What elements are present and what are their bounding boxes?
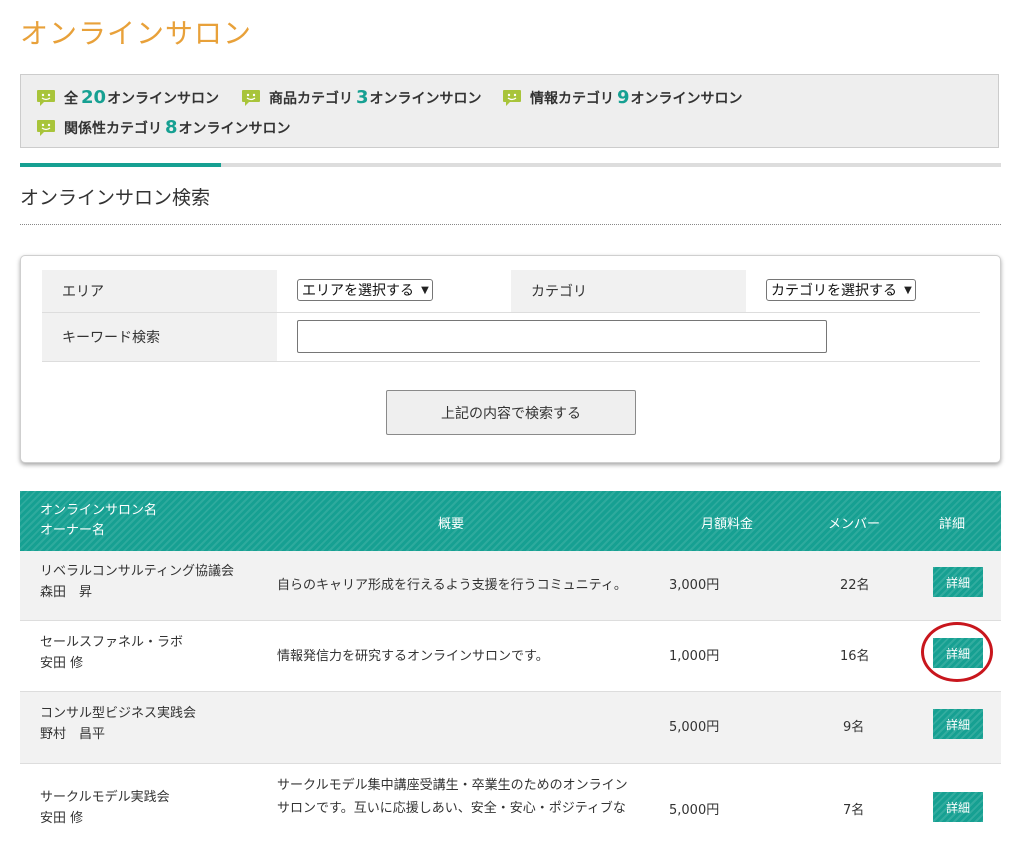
stat-total-suffix: オンラインサロン	[107, 90, 220, 107]
section-tab-bar	[20, 163, 1001, 167]
owner-name: 森田 昇	[40, 585, 93, 600]
table-row: セールスファネル・ラボ 安田 修 情報発信力を研究するオンラインサロンです。 1…	[20, 621, 1001, 692]
stat-product: 商品カテゴリ 3 オンラインサロン	[241, 87, 482, 108]
salon-members: 9名	[843, 720, 865, 735]
chat-bubble-icon	[242, 89, 260, 106]
salon-name-cell: コンサル型ビジネス実践会 野村 昌平	[40, 703, 196, 745]
salon-table: オンラインサロン名 オーナー名 概要 月額料金 メンバー 詳細 リベラルコンサル…	[20, 491, 1001, 854]
salon-members: 7名	[843, 803, 865, 818]
stat-relation-count: 8	[165, 117, 178, 138]
salon-fee: 5,000円	[669, 720, 720, 735]
detail-button[interactable]: 詳細	[933, 792, 983, 822]
salon-members: 22名	[840, 578, 870, 593]
stat-product-count: 3	[356, 87, 369, 108]
page-title: オンラインサロン	[20, 17, 253, 50]
chat-bubble-icon	[37, 89, 55, 106]
salon-name: サークルモデル実践会	[40, 790, 170, 805]
owner-name: 野村 昌平	[40, 727, 106, 742]
header-overview: 概要	[438, 517, 465, 532]
area-label: エリア	[42, 270, 277, 312]
salon-name: リベラルコンサルティング協議会	[40, 564, 234, 579]
salon-overview: 情報発信力を研究するオンラインサロンです。	[277, 649, 549, 664]
stat-total-label: 全	[64, 90, 78, 107]
stat-relation: 関係性カテゴリ 8 オンラインサロン	[36, 117, 291, 138]
stat-total: 全 20 オンラインサロン	[36, 87, 219, 108]
stat-info-suffix: オンラインサロン	[630, 90, 743, 107]
chat-bubble-icon	[37, 119, 55, 136]
detail-button[interactable]: 詳細	[933, 567, 983, 597]
owner-name: 安田 修	[40, 656, 84, 671]
detail-button[interactable]: 詳細	[933, 638, 983, 668]
category-select[interactable]: カテゴリを選択する ▼	[766, 279, 916, 301]
salon-members: 16名	[840, 649, 870, 664]
stats-box: 全 20 オンラインサロン 商品カテゴリ 3 オンラインサロン 情報カテゴリ 9…	[20, 74, 999, 148]
chevron-down-icon: ▼	[421, 284, 429, 296]
salon-overview: サークルモデル集中講座受講生・卒業生のためのオンライン サロンです。互いに応援し…	[277, 774, 628, 820]
search-section-title: オンラインサロン検索	[20, 187, 211, 209]
salon-fee: 1,000円	[669, 649, 720, 664]
salon-fee: 5,000円	[669, 803, 720, 818]
stat-relation-suffix: オンラインサロン	[178, 120, 291, 137]
category-label: カテゴリ	[511, 270, 746, 312]
keyword-input[interactable]	[297, 320, 827, 353]
chat-bubble-icon	[503, 89, 521, 106]
salon-name: コンサル型ビジネス実践会	[40, 706, 197, 721]
salon-name-cell: リベラルコンサルティング協議会 森田 昇	[40, 561, 234, 603]
table-row: コンサル型ビジネス実践会 野村 昌平 5,000円 9名 詳細	[20, 692, 1001, 764]
keyword-label: キーワード検索	[42, 313, 277, 361]
header-name-line2: オーナー名	[40, 523, 106, 538]
header-name: オンラインサロン名 オーナー名	[40, 501, 157, 541]
stat-product-label: 商品カテゴリ	[269, 90, 353, 107]
search-submit-button[interactable]: 上記の内容で検索する	[386, 390, 636, 435]
table-header: オンラインサロン名 オーナー名 概要 月額料金 メンバー 詳細	[20, 491, 1001, 551]
row-divider	[42, 361, 980, 362]
stat-info-count: 9	[617, 87, 630, 108]
section-tab-active-indicator	[20, 163, 221, 167]
salon-fee: 3,000円	[669, 578, 720, 593]
header-members: メンバー	[828, 517, 881, 532]
stat-info-label: 情報カテゴリ	[530, 90, 614, 107]
salon-overview-line: サークルモデル集中講座受講生・卒業生のためのオンライン	[277, 778, 628, 793]
area-select[interactable]: エリアを選択する ▼	[297, 279, 433, 301]
stat-relation-label: 関係性カテゴリ	[64, 120, 162, 137]
header-name-line1: オンラインサロン名	[40, 503, 158, 518]
header-detail: 詳細	[939, 517, 966, 532]
chevron-down-icon: ▼	[904, 284, 912, 296]
stat-product-suffix: オンラインサロン	[369, 90, 482, 107]
salon-name-cell: サークルモデル実践会 安田 修	[40, 787, 170, 829]
category-select-value: カテゴリを選択する	[771, 283, 897, 299]
area-select-value: エリアを選択する	[302, 283, 414, 299]
salon-overview: 自らのキャリア形成を行えるよう支援を行うコミュニティ。	[277, 578, 627, 593]
header-fee: 月額料金	[701, 517, 754, 532]
table-row: サークルモデル実践会 安田 修 サークルモデル集中講座受講生・卒業生のためのオン…	[20, 764, 1001, 854]
owner-name: 安田 修	[40, 811, 84, 826]
table-row: リベラルコンサルティング協議会 森田 昇 自らのキャリア形成を行えるよう支援を行…	[20, 551, 1001, 621]
search-panel: エリア エリアを選択する ▼ カテゴリ カテゴリを選択する ▼ キーワード検索 …	[20, 255, 1001, 463]
stat-total-count: 20	[81, 87, 107, 108]
salon-name-cell: セールスファネル・ラボ 安田 修	[40, 632, 183, 674]
salon-name: セールスファネル・ラボ	[40, 635, 184, 650]
detail-button[interactable]: 詳細	[933, 709, 983, 739]
section-divider	[20, 224, 1001, 225]
stat-info: 情報カテゴリ 9 オンラインサロン	[502, 87, 743, 108]
